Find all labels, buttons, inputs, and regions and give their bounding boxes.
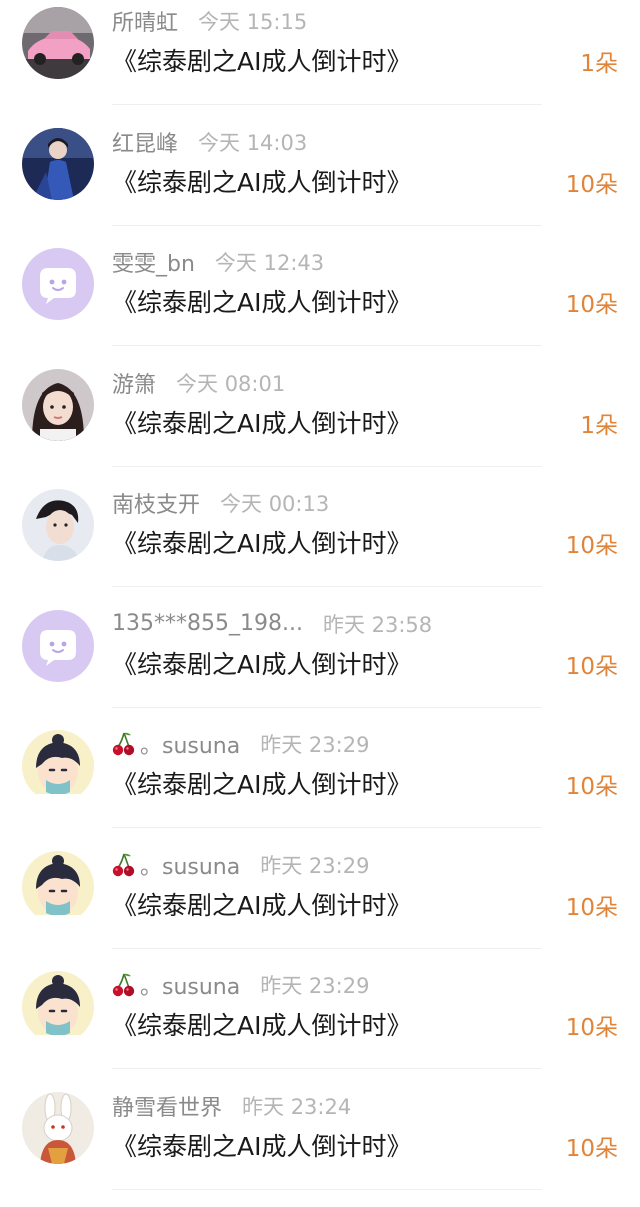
user-name-text: 。susuna [140, 854, 241, 880]
record-meta: 所晴虹 今天 15:15 [112, 4, 307, 38]
gift-amount: 10朵 [565, 533, 618, 559]
timestamp: 昨天 23:29 [260, 853, 370, 878]
user-name[interactable]: 红昆峰 [112, 126, 178, 158]
user-name-text: 。susuna [140, 975, 241, 1000]
timestamp: 今天 12:43 [214, 251, 325, 275]
gift-amount: 1朵 [580, 412, 618, 439]
record-meta: 雯雯_bn 今天 12:43 [112, 245, 324, 279]
timestamp: 今天 15:15 [198, 10, 308, 34]
list-item[interactable]: 所晴虹 今天 15:15 《综泰剧之AI成人倒计时》 1朵 [0, 2, 640, 122]
cherry-icon [112, 731, 136, 757]
list-item[interactable]: 南枝支开 今天 00:13 《综泰剧之AI成人倒计时》 10朵 [0, 484, 640, 604]
user-name-text: 红昆峰 [112, 131, 179, 157]
timestamp: 昨天 23:58 [322, 612, 433, 637]
record-meta: 红昆峰 今天 14:03 [112, 125, 307, 159]
list-item[interactable]: 静雪看世界 昨天 23:24 《综泰剧之AI成人倒计时》 10朵 [0, 1087, 640, 1207]
gift-amount: 10朵 [565, 774, 618, 800]
user-name[interactable]: 。susuna [112, 728, 240, 760]
user-name-text: 静雪看世界 [112, 1095, 223, 1121]
timestamp: 今天 00:13 [220, 492, 330, 516]
divider [112, 1068, 542, 1069]
user-name[interactable]: 雯雯_bn [112, 246, 195, 278]
user-name-text: 。susuna [140, 734, 241, 759]
gift-amount: 1朵 [580, 51, 618, 77]
record-meta: 135***855_198... 昨天 23:58 [112, 607, 432, 641]
list-item[interactable]: 雯雯_bn 今天 12:43 《综泰剧之AI成人倒计时》 10朵 [0, 243, 640, 363]
work-title: 《综泰剧之AI成人倒计时》 [112, 649, 412, 679]
record-meta: 。susuna 昨天 23:29 [112, 968, 369, 1002]
cartoon-boy-avatar[interactable] [22, 730, 94, 802]
cartoon-boy-avatar[interactable] [22, 850, 94, 923]
divider [112, 465, 542, 467]
user-name[interactable]: 。susuna [112, 969, 240, 1001]
record-meta: 游箫 今天 08:01 [112, 366, 285, 400]
user-name[interactable]: 南枝支开 [112, 487, 200, 519]
gift-amount: 10朵 [565, 1135, 618, 1162]
man-photo-avatar[interactable] [22, 489, 94, 561]
default-chat-bubble-avatar[interactable] [22, 609, 94, 682]
user-name-text: 游箫 [112, 372, 157, 398]
work-title: 《综泰剧之AI成人倒计时》 [112, 1131, 412, 1161]
divider [112, 1188, 542, 1190]
rabbit-avatar[interactable] [22, 1091, 94, 1164]
cartoon-boy-avatar[interactable] [22, 971, 94, 1043]
work-title: 《综泰剧之AI成人倒计时》 [112, 408, 412, 438]
user-name-text: 雯雯_bn [112, 252, 195, 277]
divider [112, 827, 542, 828]
user-name-text: 南枝支开 [112, 493, 201, 518]
list-item[interactable]: 。susuna 昨天 23:29 《综泰剧之AI成人倒计时》 10朵 [0, 966, 640, 1086]
timestamp: 昨天 23:24 [242, 1094, 352, 1119]
car-photo-avatar[interactable] [22, 7, 94, 79]
divider [112, 706, 542, 708]
work-title: 《综泰剧之AI成人倒计时》 [112, 1011, 412, 1040]
cherry-icon [112, 972, 136, 998]
gift-amount: 10朵 [565, 292, 618, 318]
list-item[interactable]: 135***855_198... 昨天 23:58 《综泰剧之AI成人倒计时》 10朵 [0, 605, 640, 725]
work-title: 《综泰剧之AI成人倒计时》 [112, 167, 412, 197]
list-item[interactable]: 红昆峰 今天 14:03 《综泰剧之AI成人倒计时》 10朵 [0, 123, 640, 243]
user-name[interactable]: 135***855_198... [112, 611, 303, 636]
divider [112, 104, 542, 105]
list-item[interactable]: 。susuna 昨天 23:29 《综泰剧之AI成人倒计时》 10朵 [0, 725, 640, 845]
work-title: 《综泰剧之AI成人倒计时》 [112, 890, 412, 920]
divider [112, 345, 542, 346]
work-title: 《综泰剧之AI成人倒计时》 [112, 770, 412, 799]
gift-record-list: 所晴虹 今天 15:15 《综泰剧之AI成人倒计时》 1朵 红昆峰 今天 14:03 《综泰… [0, 0, 640, 1190]
default-chat-bubble-avatar[interactable] [22, 248, 94, 320]
user-name[interactable]: 静雪看世界 [112, 1090, 222, 1122]
timestamp: 昨天 23:29 [260, 733, 370, 757]
work-title: 《综泰剧之AI成人倒计时》 [112, 529, 412, 558]
girl-photo-avatar[interactable] [22, 368, 94, 441]
gift-amount: 10朵 [565, 653, 618, 680]
record-meta: 南枝支开 今天 00:13 [112, 486, 329, 520]
timestamp: 今天 14:03 [198, 130, 308, 155]
record-meta: 。susuna 昨天 23:29 [112, 848, 369, 882]
record-meta: 静雪看世界 昨天 23:24 [112, 1089, 351, 1123]
timestamp: 今天 08:01 [176, 371, 286, 396]
gift-amount: 10朵 [565, 171, 618, 198]
gift-amount: 10朵 [565, 1015, 618, 1041]
gift-amount: 10朵 [565, 894, 618, 921]
list-item[interactable]: 游箫 今天 08:01 《综泰剧之AI成人倒计时》 1朵 [0, 364, 640, 484]
user-name-text: 所晴虹 [112, 11, 179, 36]
divider [112, 947, 542, 949]
work-title: 《综泰剧之AI成人倒计时》 [112, 288, 412, 317]
divider [112, 224, 542, 226]
user-name-text: 135***855_198... [112, 611, 303, 636]
list-item[interactable]: 。susuna 昨天 23:29 《综泰剧之AI成人倒计时》 10朵 [0, 846, 640, 966]
timestamp: 昨天 23:29 [260, 974, 370, 998]
blue-dress-photo-avatar[interactable] [22, 127, 94, 200]
divider [112, 586, 542, 587]
user-name[interactable]: 游箫 [112, 367, 156, 399]
cherry-icon [112, 852, 136, 878]
work-title: 《综泰剧之AI成人倒计时》 [112, 47, 412, 76]
record-meta: 。susuna 昨天 23:29 [112, 727, 369, 761]
user-name[interactable]: 。susuna [112, 849, 240, 881]
user-name[interactable]: 所晴虹 [112, 5, 178, 37]
